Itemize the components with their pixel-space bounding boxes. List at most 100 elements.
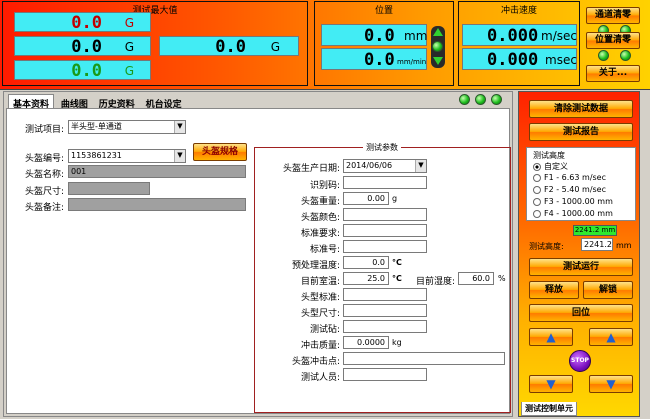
clear-data-button[interactable]: 清除测试数据 bbox=[529, 100, 633, 118]
up-slow-button[interactable]: ▲ bbox=[529, 328, 573, 346]
mass-field[interactable]: 0.0000 bbox=[343, 336, 389, 349]
prod-date-value: 2014/06/06 bbox=[346, 161, 393, 170]
helmet-note-label: 头盔备注: bbox=[24, 203, 64, 213]
tester-field[interactable] bbox=[343, 368, 427, 381]
height-option-f2[interactable]: F2 - 5.40 m/sec bbox=[533, 185, 606, 194]
chevron-down-icon: ▼ bbox=[415, 160, 426, 172]
impact-time-value: 0.000 bbox=[487, 50, 539, 70]
max-ch1-display: 0.0 G bbox=[14, 12, 151, 33]
reset-button[interactable]: 回位 bbox=[529, 304, 633, 322]
height-option-f3[interactable]: F3 - 1000.00 mm bbox=[533, 197, 613, 206]
radio-icon bbox=[533, 173, 541, 182]
roomtemp-field[interactable]: 25.0 bbox=[343, 272, 389, 285]
stop-button[interactable]: STOP bbox=[569, 350, 591, 372]
helmet-size-label: 头盔尺寸: bbox=[24, 187, 64, 197]
humidity-label: 目前湿度: bbox=[415, 277, 455, 287]
test-item-label: 测试项目: bbox=[24, 125, 64, 135]
height-option-f1[interactable]: F1 - 6.63 m/sec bbox=[533, 173, 606, 182]
chevron-down-icon: ▼ bbox=[174, 150, 185, 162]
position-speed-value: 0.0 bbox=[364, 50, 395, 70]
roomtemp-unit: °C bbox=[392, 274, 402, 283]
test-item-value: 半头型-单通道 bbox=[71, 122, 122, 131]
radio-selected-icon bbox=[533, 162, 541, 171]
helmet-name-label: 头盔名称: bbox=[24, 170, 64, 180]
pretemp-label: 预处理温度: bbox=[291, 261, 340, 271]
up-fast-button[interactable]: ▲ bbox=[589, 328, 633, 346]
anvil-field[interactable] bbox=[343, 320, 427, 333]
impact-time-unit: msec bbox=[545, 53, 577, 67]
tester-label: 测试人员: bbox=[300, 373, 340, 383]
height-option-f4[interactable]: F4 - 1000.00 mm bbox=[533, 209, 613, 218]
status-led-1 bbox=[459, 94, 470, 105]
down-fast-button[interactable]: ▼ bbox=[589, 375, 633, 393]
height-green-display: 2241.2 mm bbox=[573, 225, 617, 236]
height-input-unit: mm bbox=[616, 241, 632, 250]
channel-zero-button[interactable]: 通道清零 bbox=[586, 7, 640, 24]
helmet-code-select[interactable]: 1153861231 ▼ bbox=[68, 149, 186, 163]
impact-time-display: 0.000 msec bbox=[462, 48, 577, 70]
position-jog-control[interactable] bbox=[431, 26, 445, 68]
prod-date-picker[interactable]: 2014/06/06 ▼ bbox=[343, 159, 427, 173]
impact-point-label: 头盔冲击点: bbox=[291, 357, 340, 367]
humidity-field[interactable]: 60.0 bbox=[458, 272, 494, 285]
helmet-note-field bbox=[68, 198, 246, 211]
height-input-label: 测试高度: bbox=[529, 242, 564, 251]
jog-down-icon[interactable] bbox=[433, 57, 443, 65]
impact-point-field[interactable] bbox=[343, 352, 505, 365]
arrow-up-icon: ▲ bbox=[606, 330, 616, 344]
height-option-label: F1 - 6.63 m/sec bbox=[544, 173, 606, 182]
height-option-label: F2 - 5.40 m/sec bbox=[544, 185, 606, 194]
headsize-label: 头型尺寸: bbox=[300, 309, 340, 319]
anvil-label: 测试砧: bbox=[309, 325, 340, 335]
position-unit: mm bbox=[404, 29, 428, 43]
height-input-field[interactable]: 2241.2 bbox=[581, 238, 613, 251]
report-button[interactable]: 测试报告 bbox=[529, 123, 633, 141]
status-led-3 bbox=[491, 94, 502, 105]
radio-icon bbox=[533, 209, 541, 218]
helmet-size-field bbox=[68, 182, 150, 195]
max-ch2-value: 0.0 bbox=[71, 37, 102, 57]
lock-button[interactable]: 解锁 bbox=[583, 281, 633, 299]
headform-field[interactable] bbox=[343, 288, 427, 301]
max-ch3-unit: G bbox=[270, 40, 280, 54]
height-option-label: F3 - 1000.00 mm bbox=[544, 197, 613, 206]
down-slow-button[interactable]: ▼ bbox=[529, 375, 573, 393]
position-title: 位置 bbox=[374, 6, 393, 16]
weight-unit: g bbox=[392, 194, 398, 203]
position-zero-button[interactable]: 位置清零 bbox=[586, 32, 640, 49]
top-bar: 测试最大值 0.0 G 0.0 G 0.0 G 0.0 G 位置 0.0 mm … bbox=[0, 0, 650, 90]
pretemp-field[interactable]: 0.0 bbox=[343, 256, 389, 269]
helmet-code-label: 头盔编号: bbox=[24, 154, 64, 164]
main-tab-area: 基本资料 曲线图 历史资料 机台设定 测试项目: 半头型-单通道 ▼ 头盔编号:… bbox=[3, 91, 513, 417]
standard-field[interactable] bbox=[343, 224, 427, 237]
test-item-select[interactable]: 半头型-单通道 ▼ bbox=[68, 120, 186, 134]
release-button[interactable]: 释放 bbox=[529, 281, 579, 299]
headsize-field[interactable] bbox=[343, 304, 427, 317]
jog-center-icon bbox=[432, 41, 443, 52]
id-code-field[interactable] bbox=[343, 176, 427, 189]
weight-field[interactable]: 0.00 bbox=[343, 192, 389, 205]
height-option-custom[interactable]: 自定义 bbox=[533, 161, 568, 172]
radio-icon bbox=[533, 185, 541, 194]
headform-label: 头型标准: bbox=[300, 293, 340, 303]
prod-date-label: 头盔生产日期: bbox=[282, 164, 340, 174]
color-label: 头盔颜色: bbox=[300, 213, 340, 223]
about-button[interactable]: 关于... bbox=[586, 65, 640, 82]
arrow-down-icon: ▼ bbox=[606, 377, 616, 391]
std-no-field[interactable] bbox=[343, 240, 427, 253]
jog-up-icon[interactable] bbox=[433, 28, 443, 36]
position-zero-led-2 bbox=[620, 50, 631, 61]
run-test-button[interactable]: 测试运行 bbox=[529, 258, 633, 276]
humidity-unit: % bbox=[498, 274, 506, 283]
max-ch1-value: 0.0 bbox=[71, 13, 102, 33]
test-params-title: 测试参数 bbox=[363, 142, 401, 153]
control-unit-tab[interactable]: 测试控制单元 bbox=[521, 402, 577, 416]
max-ch1-unit: G bbox=[124, 16, 134, 30]
id-code-label: 识别码: bbox=[309, 181, 340, 191]
color-field[interactable] bbox=[343, 208, 427, 221]
helmet-spec-button[interactable]: 头盔规格 bbox=[193, 143, 247, 161]
helmet-name-field: 001 bbox=[68, 165, 246, 178]
position-value: 0.0 bbox=[364, 26, 395, 46]
max-ch3-display: 0.0 G bbox=[159, 36, 299, 57]
arrow-up-icon: ▲ bbox=[546, 330, 556, 344]
